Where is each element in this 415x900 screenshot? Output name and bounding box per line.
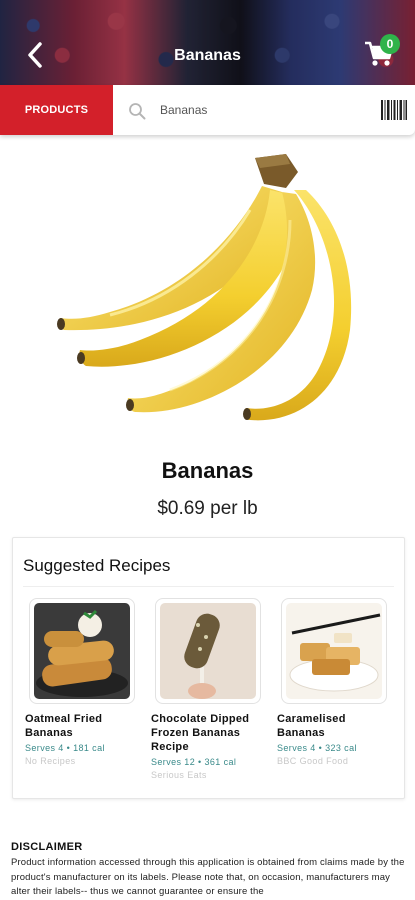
product-image bbox=[57, 154, 352, 421]
recipe-name: Caramelised Bananas bbox=[277, 713, 346, 739]
recipe-thumbnail bbox=[155, 598, 261, 704]
divider bbox=[23, 586, 394, 587]
recipe-source: BBC Good Food bbox=[277, 756, 349, 766]
suggested-recipes-card: Suggested Recipes Oatmeal Fried Bananas … bbox=[12, 537, 405, 799]
recipe-name: Oatmeal Fried Bananas bbox=[25, 713, 103, 739]
cart-count-badge: 0 bbox=[380, 34, 400, 54]
product-name: Bananas bbox=[161, 458, 254, 483]
disclaimer-text: Product information accessed through thi… bbox=[11, 857, 405, 897]
search-bar: PRODUCTS bbox=[0, 85, 415, 135]
header-banner: Bananas 0 bbox=[0, 0, 415, 85]
disclaimer-heading: DISCLAIMER bbox=[11, 841, 83, 853]
recipe-meta: Serves 4 • 181 cal bbox=[25, 743, 105, 753]
recipe-card[interactable]: Oatmeal Fried Bananas Serves 4 • 181 cal… bbox=[25, 598, 143, 768]
recipe-meta: Serves 12 • 361 cal bbox=[151, 757, 237, 767]
search-input[interactable] bbox=[160, 98, 360, 122]
page-title: Bananas bbox=[174, 47, 241, 64]
recipe-card[interactable]: Caramelised Bananas Serves 4 • 323 cal B… bbox=[277, 598, 395, 768]
recipe-thumbnail bbox=[281, 598, 387, 704]
recipe-name: Chocolate Dipped Frozen Bananas Recipe bbox=[151, 713, 250, 753]
search-icon bbox=[129, 103, 146, 120]
recipe-source: Serious Eats bbox=[151, 770, 207, 780]
products-button[interactable]: PRODUCTS bbox=[0, 85, 113, 135]
recipes-heading: Suggested Recipes bbox=[23, 556, 171, 575]
recipe-image bbox=[34, 603, 130, 699]
barcode-scan-button[interactable] bbox=[381, 100, 407, 120]
recipe-card[interactable]: Chocolate Dipped Frozen Bananas Recipe S… bbox=[151, 598, 269, 782]
recipe-image bbox=[286, 603, 382, 699]
recipe-source: No Recipes bbox=[25, 756, 76, 766]
recipe-thumbnail bbox=[29, 598, 135, 704]
recipe-image bbox=[160, 603, 256, 699]
product-price: $0.69 per lb bbox=[157, 498, 258, 519]
recipe-meta: Serves 4 • 323 cal bbox=[277, 743, 357, 753]
cart-button[interactable]: 0 bbox=[364, 34, 400, 70]
barcode-icon bbox=[381, 100, 407, 120]
